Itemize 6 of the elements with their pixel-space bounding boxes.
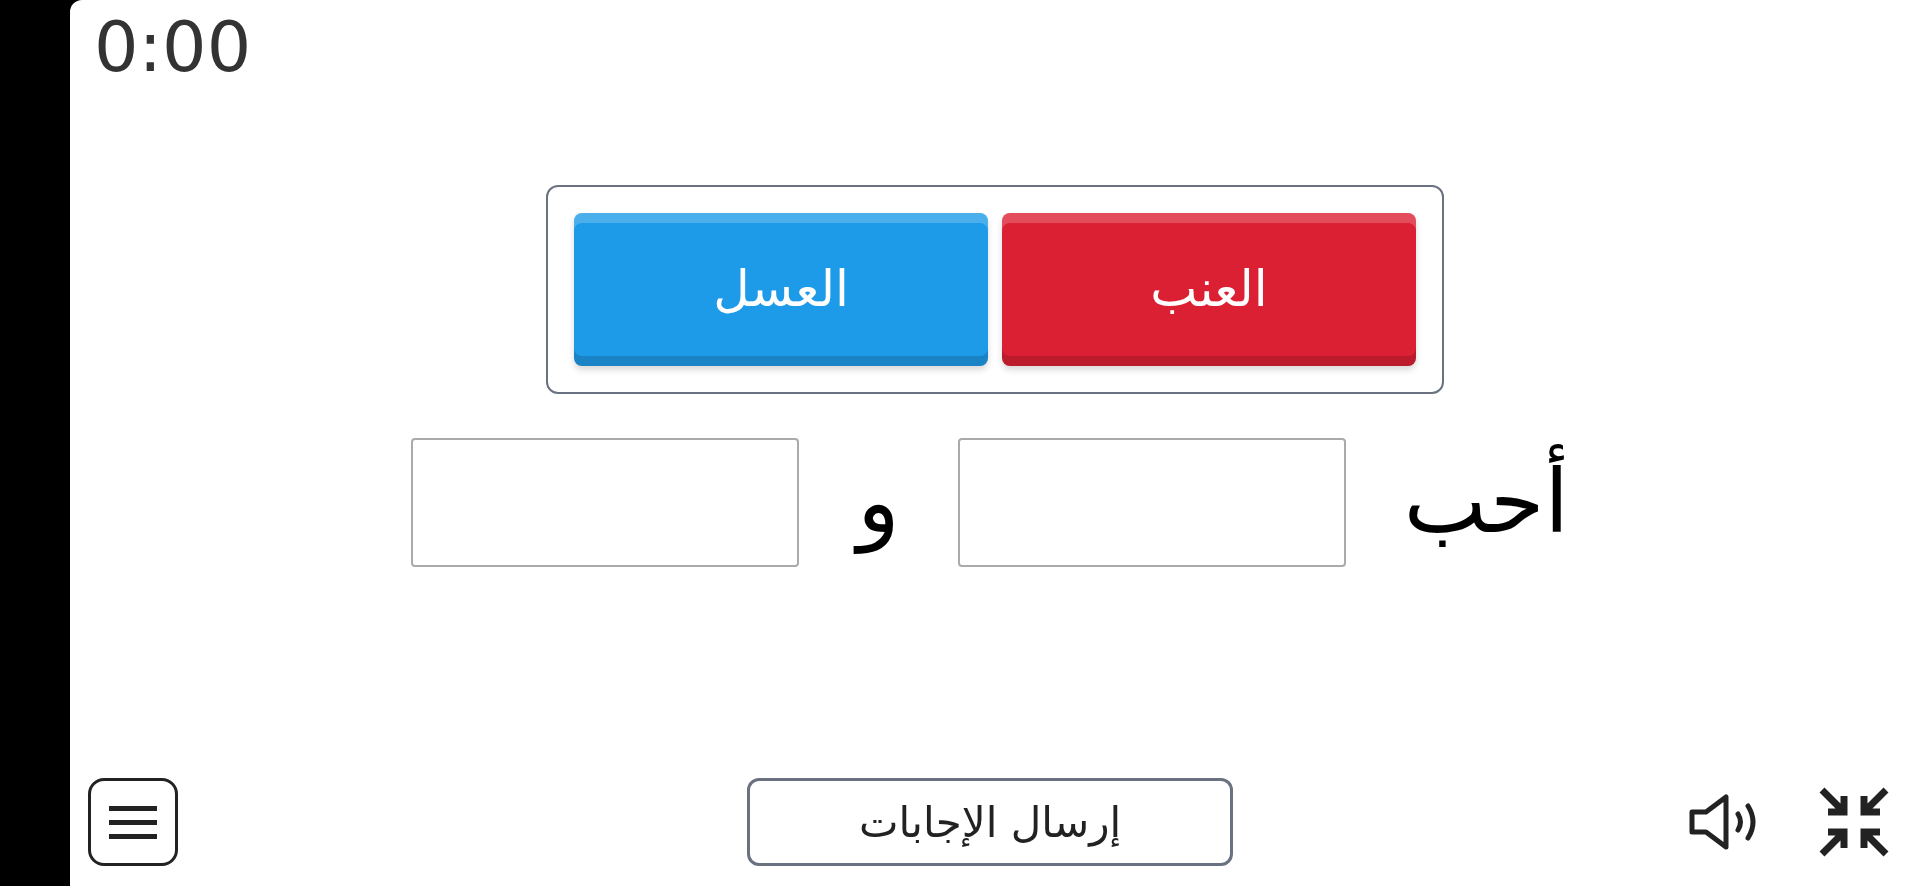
- word-tile[interactable]: العنب: [1002, 213, 1416, 366]
- menu-icon[interactable]: [88, 778, 178, 866]
- submit-button[interactable]: إرسال الإجابات: [747, 778, 1233, 866]
- word-tile[interactable]: العسل: [574, 213, 988, 366]
- sentence-word: أحب: [1403, 432, 1569, 573]
- timer: 0:00: [94, 6, 252, 88]
